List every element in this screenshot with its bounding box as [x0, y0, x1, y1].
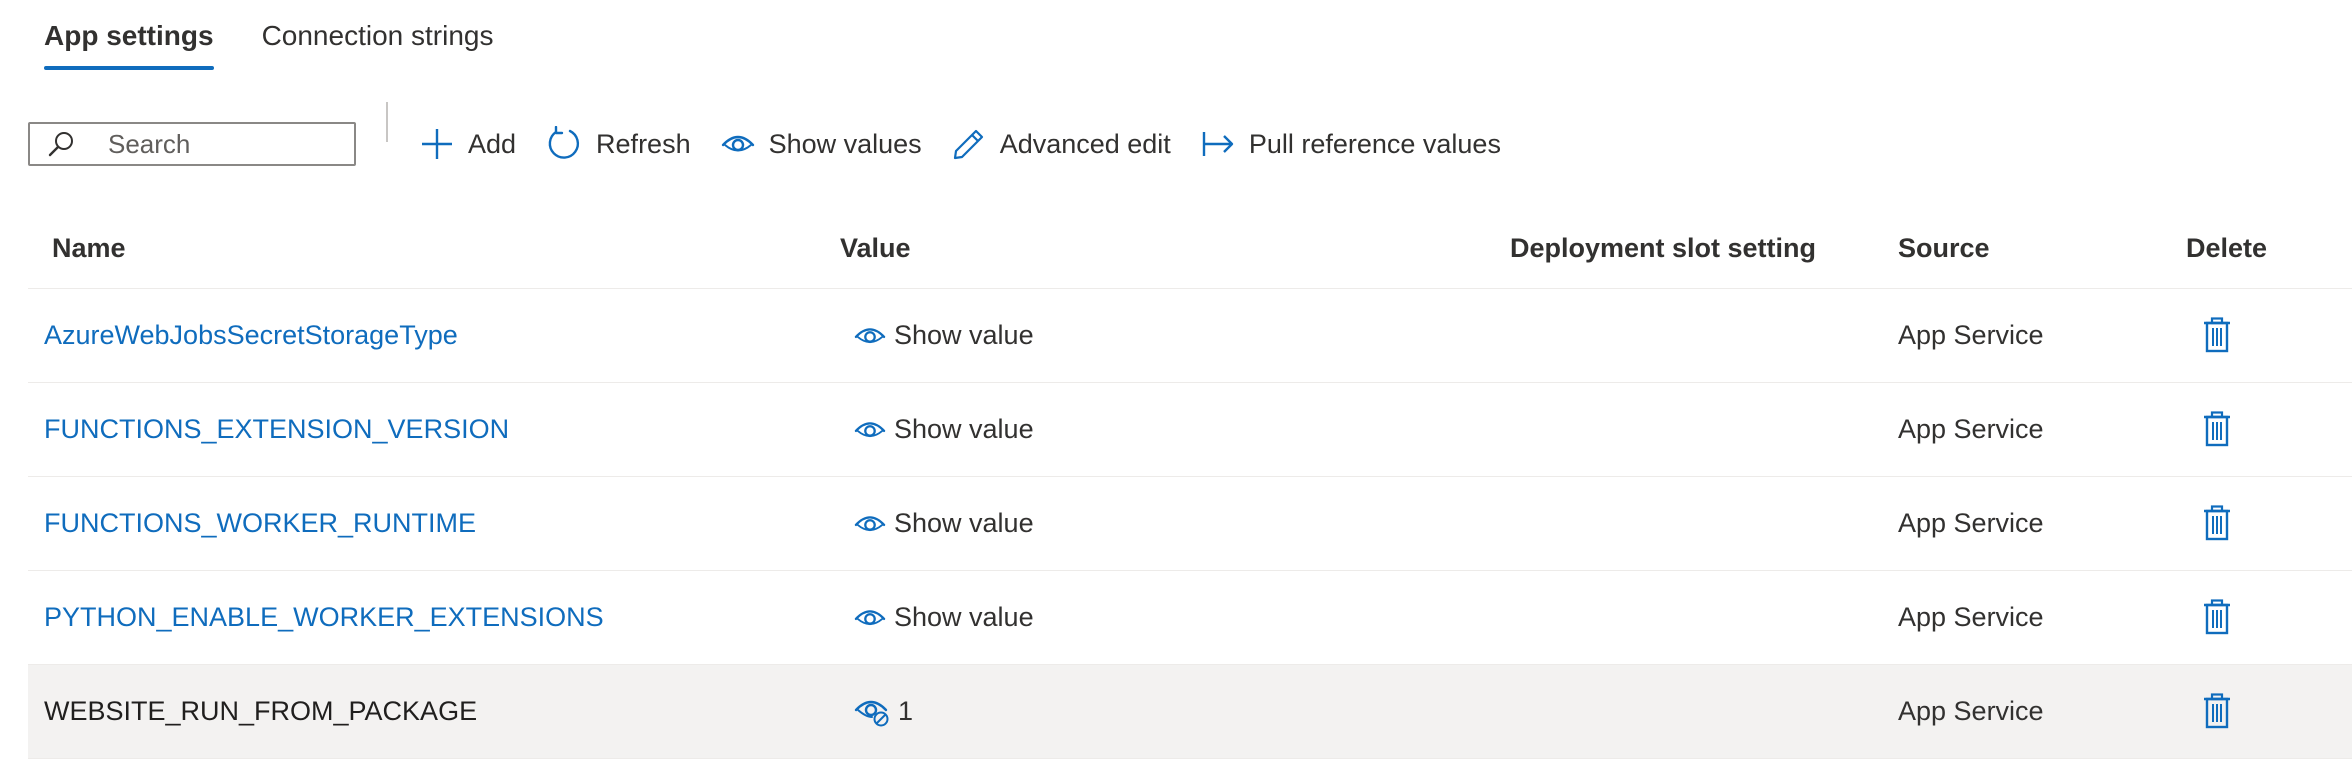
plus-icon: [422, 129, 452, 159]
advanced-edit-button-label: Advanced edit: [999, 128, 1171, 159]
setting-name-link[interactable]: FUNCTIONS_WORKER_RUNTIME: [44, 477, 476, 570]
arrow-right-bar-icon: [1202, 132, 1234, 156]
pencil-icon: [953, 129, 983, 160]
eye-hide-icon: [854, 700, 889, 726]
tab-app-settings[interactable]: App settings: [44, 0, 214, 70]
eye-icon: [854, 609, 886, 625]
column-header-value[interactable]: Value: [840, 208, 911, 288]
table-row[interactable]: FUNCTIONS_WORKER_RUNTIME Show value App …: [28, 477, 2352, 571]
setting-name[interactable]: WEBSITE_RUN_FROM_PACKAGE: [44, 665, 477, 758]
setting-source: App Service: [1898, 696, 2044, 726]
eye-icon: [721, 135, 754, 152]
hide-value-toggle[interactable]: 1: [854, 665, 913, 758]
setting-name-link[interactable]: AzureWebJobsSecretStorageType: [44, 289, 458, 382]
show-values-button[interactable]: Show values: [721, 129, 922, 160]
add-button-label: Add: [468, 128, 517, 159]
setting-value: Show value: [894, 414, 1034, 444]
trash-icon[interactable]: [2202, 411, 2232, 447]
setting-value: Show value: [894, 320, 1034, 350]
advanced-edit-button[interactable]: Advanced edit: [952, 127, 1171, 161]
table-header: Name Value Deployment slot setting Sourc…: [28, 208, 2352, 289]
column-header-deployment-slot[interactable]: Deployment slot setting: [1510, 208, 1816, 288]
show-value-toggle[interactable]: Show value: [854, 571, 1034, 664]
eye-icon: [854, 327, 886, 343]
show-value-toggle[interactable]: Show value: [854, 383, 1034, 476]
trash-icon[interactable]: [2202, 505, 2232, 541]
refresh-button-label: Refresh: [596, 128, 691, 159]
eye-icon: [854, 515, 886, 531]
search-box[interactable]: [28, 122, 356, 166]
refresh-button[interactable]: Refresh: [546, 126, 691, 162]
setting-value: Show value: [894, 508, 1034, 538]
setting-source: App Service: [1898, 508, 2044, 538]
search-input[interactable]: [106, 127, 330, 161]
app-settings-table: Name Value Deployment slot setting Sourc…: [28, 208, 2352, 759]
column-header-name[interactable]: Name: [52, 208, 126, 288]
table-row[interactable]: AzureWebJobsSecretStorageType Show value…: [28, 289, 2352, 383]
column-header-delete: Delete: [2186, 233, 2268, 263]
tab-connection-strings[interactable]: Connection strings: [262, 0, 494, 70]
show-value-toggle[interactable]: Show value: [854, 477, 1034, 570]
search-icon: [48, 132, 73, 157]
trash-icon[interactable]: [2202, 317, 2232, 353]
setting-name-link[interactable]: PYTHON_ENABLE_WORKER_EXTENSIONS: [44, 571, 604, 664]
setting-value: 1: [898, 696, 914, 726]
show-values-button-label: Show values: [768, 128, 922, 159]
table-row[interactable]: FUNCTIONS_EXTENSION_VERSION Show value A…: [28, 383, 2352, 477]
column-header-source[interactable]: Source: [1898, 208, 1990, 288]
show-value-toggle[interactable]: Show value: [854, 289, 1034, 382]
setting-source: App Service: [1898, 414, 2044, 444]
setting-name-link[interactable]: FUNCTIONS_EXTENSION_VERSION: [44, 383, 509, 476]
refresh-icon: [548, 126, 580, 159]
table-row-selected[interactable]: WEBSITE_RUN_FROM_PACKAGE 1 App Service: [28, 665, 2352, 759]
table-row[interactable]: PYTHON_ENABLE_WORKER_EXTENSIONS Show val…: [28, 571, 2352, 665]
setting-source: App Service: [1898, 320, 2044, 350]
pull-reference-values-button[interactable]: Pull reference values: [1201, 129, 1501, 160]
command-bar: Add Refresh Show values Advanced edit: [28, 102, 1531, 184]
setting-source: App Service: [1898, 602, 2044, 632]
pull-reference-values-button-label: Pull reference values: [1248, 128, 1501, 159]
eye-icon: [854, 421, 886, 437]
tab-bar: App settings Connection strings: [44, 0, 493, 70]
trash-icon[interactable]: [2202, 693, 2232, 729]
setting-value: Show value: [894, 602, 1034, 632]
app-settings-page: App settings Connection strings Add Re: [0, 0, 2352, 764]
add-button[interactable]: Add: [420, 127, 516, 161]
toolbar-divider: [386, 102, 388, 142]
trash-icon[interactable]: [2202, 599, 2232, 635]
